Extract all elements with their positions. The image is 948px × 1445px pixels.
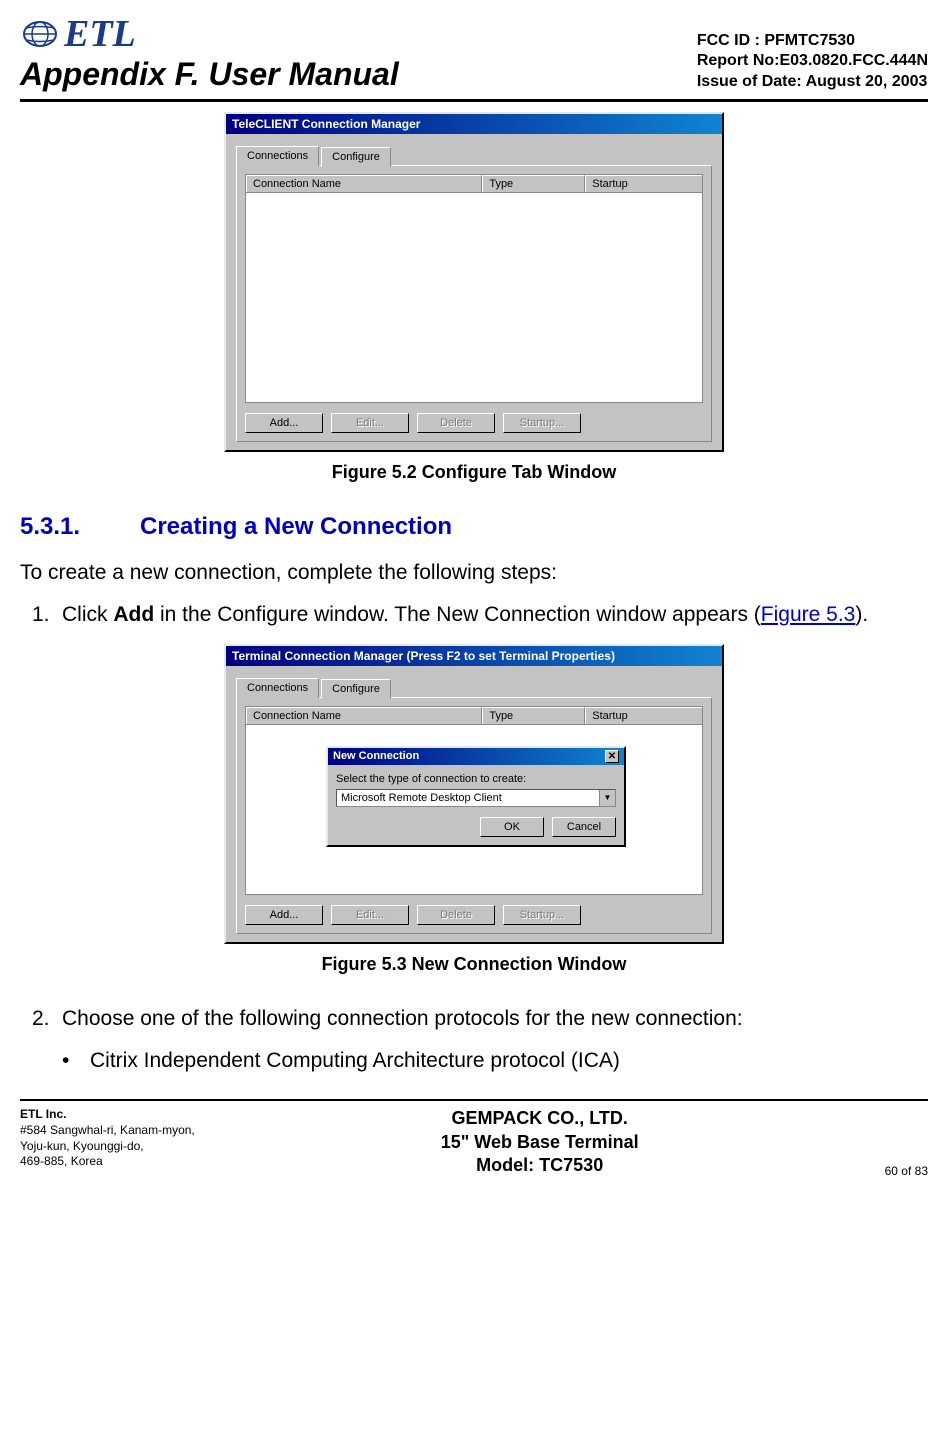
col-startup[interactable]: Startup bbox=[585, 175, 702, 192]
bullet-dot: • bbox=[62, 1047, 90, 1075]
connection-manager-window: TeleCLIENT Connection Manager Connection… bbox=[224, 112, 724, 452]
tab-connections[interactable]: Connections bbox=[236, 678, 319, 698]
add-button[interactable]: Add... bbox=[245, 413, 323, 433]
address-line-2: Yoju-kun, Kyounggi-do, bbox=[20, 1139, 195, 1155]
section-heading-5-3-1: 5.3.1.Creating a New Connection bbox=[20, 513, 928, 541]
footer-center: GEMPACK CO., LTD. 15" Web Base Terminal … bbox=[441, 1107, 639, 1177]
cancel-button[interactable]: Cancel bbox=[552, 817, 616, 837]
report-no: Report No:E03.0820.FCC.444N bbox=[697, 51, 928, 72]
edit-button: Edit... bbox=[331, 413, 409, 433]
combobox-value: Microsoft Remote Desktop Client bbox=[337, 790, 599, 806]
connection-list[interactable] bbox=[245, 193, 703, 403]
chevron-down-icon[interactable]: ▼ bbox=[599, 790, 615, 806]
tab-strip: Connections Configure bbox=[236, 678, 712, 698]
tab-configure[interactable]: Configure bbox=[321, 679, 391, 699]
add-button[interactable]: Add... bbox=[245, 905, 323, 925]
page-number: 60 of 83 bbox=[885, 1164, 928, 1178]
address-line-3: 469-885, Korea bbox=[20, 1154, 195, 1170]
dialog-title: New Connection bbox=[333, 750, 419, 762]
configure-panel: Connection Name Type Startup Add... Edit… bbox=[236, 165, 712, 442]
etl-logo: ETL bbox=[20, 12, 399, 56]
dialog-buttons: OK Cancel bbox=[336, 817, 616, 837]
edit-button: Edit... bbox=[331, 905, 409, 925]
col-type[interactable]: Type bbox=[482, 707, 585, 724]
dialog-titlebar: New Connection ✕ bbox=[328, 748, 624, 765]
new-connection-dialog: New Connection ✕ Select the type of conn… bbox=[326, 746, 626, 847]
page-header: ETL Appendix F. User Manual FCC ID : PFM… bbox=[20, 12, 928, 102]
step-1-text-a: Click bbox=[62, 603, 113, 626]
delete-button: Delete bbox=[417, 905, 495, 925]
tab-connections[interactable]: Connections bbox=[236, 146, 319, 166]
page-footer: ETL Inc. #584 Sangwhal-ri, Kanam-myon, Y… bbox=[20, 1099, 928, 1177]
startup-button: Startup... bbox=[503, 905, 581, 925]
delete-button: Delete bbox=[417, 413, 495, 433]
window-titlebar: TeleCLIENT Connection Manager bbox=[226, 114, 722, 134]
connection-type-combobox[interactable]: Microsoft Remote Desktop Client ▼ bbox=[336, 789, 616, 807]
section-title: Creating a New Connection bbox=[140, 513, 452, 540]
section-number: 5.3.1. bbox=[20, 513, 140, 541]
ok-button[interactable]: OK bbox=[480, 817, 544, 837]
appendix-title: Appendix F. User Manual bbox=[20, 56, 399, 93]
step-1-bold: Add bbox=[113, 603, 154, 626]
figure-5-2: TeleCLIENT Connection Manager Connection… bbox=[20, 112, 928, 452]
step-1-text-c: ). bbox=[855, 603, 868, 626]
step-2-text: Choose one of the following connection p… bbox=[62, 1007, 743, 1030]
fcc-id: FCC ID : PFMTC7530 bbox=[697, 31, 928, 52]
step-number: 1. bbox=[32, 601, 62, 629]
header-info: FCC ID : PFMTC7530 Report No:E03.0820.FC… bbox=[697, 31, 928, 93]
tab-strip: Connections Configure bbox=[236, 146, 712, 166]
list-header: Connection Name Type Startup bbox=[245, 174, 703, 193]
terminal-connection-manager-window: Terminal Connection Manager (Press F2 to… bbox=[224, 644, 724, 944]
footer-left: ETL Inc. #584 Sangwhal-ri, Kanam-myon, Y… bbox=[20, 1107, 195, 1169]
figure-5-3-caption: Figure 5.3 New Connection Window bbox=[20, 954, 928, 975]
col-connection-name[interactable]: Connection Name bbox=[246, 707, 482, 724]
col-type[interactable]: Type bbox=[482, 175, 585, 192]
close-icon[interactable]: ✕ bbox=[605, 750, 619, 763]
figure-5-2-caption: Figure 5.2 Configure Tab Window bbox=[20, 462, 928, 483]
product-model: Model: TC7530 bbox=[441, 1154, 639, 1177]
bullet-ica: •Citrix Independent Computing Architectu… bbox=[20, 1047, 928, 1075]
button-row: Add... Edit... Delete Startup... bbox=[245, 413, 703, 433]
bullet-text: Citrix Independent Computing Architectur… bbox=[90, 1049, 620, 1072]
product-name: 15" Web Base Terminal bbox=[441, 1131, 639, 1154]
issue-date: Issue of Date: August 20, 2003 bbox=[697, 72, 928, 93]
step-2: 2.Choose one of the following connection… bbox=[20, 1005, 928, 1033]
figure-5-3-link[interactable]: Figure 5.3 bbox=[761, 603, 856, 626]
list-header: Connection Name Type Startup bbox=[245, 706, 703, 725]
col-connection-name[interactable]: Connection Name bbox=[246, 175, 482, 192]
startup-button: Startup... bbox=[503, 413, 581, 433]
col-startup[interactable]: Startup bbox=[585, 707, 702, 724]
button-row: Add... Edit... Delete Startup... bbox=[245, 905, 703, 925]
address-line-1: #584 Sangwhal-ri, Kanam-myon, bbox=[20, 1123, 195, 1139]
tab-configure[interactable]: Configure bbox=[321, 147, 391, 167]
dialog-prompt: Select the type of connection to create: bbox=[336, 773, 616, 785]
step-1-text-b: in the Configure window. The New Connect… bbox=[154, 603, 761, 626]
logo-and-title: ETL Appendix F. User Manual bbox=[20, 12, 399, 93]
intro-text: To create a new connection, complete the… bbox=[20, 559, 928, 587]
step-1: 1.Click Add in the Configure window. The… bbox=[20, 601, 928, 629]
figure-5-3: Terminal Connection Manager (Press F2 to… bbox=[20, 644, 928, 944]
step-number: 2. bbox=[32, 1005, 62, 1033]
globe-icon bbox=[20, 19, 60, 49]
company-name: ETL Inc. bbox=[20, 1107, 195, 1123]
dialog-body: Select the type of connection to create:… bbox=[328, 765, 624, 845]
logo-text: ETL bbox=[64, 12, 136, 56]
window-titlebar: Terminal Connection Manager (Press F2 to… bbox=[226, 646, 722, 666]
product-company: GEMPACK CO., LTD. bbox=[441, 1107, 639, 1130]
